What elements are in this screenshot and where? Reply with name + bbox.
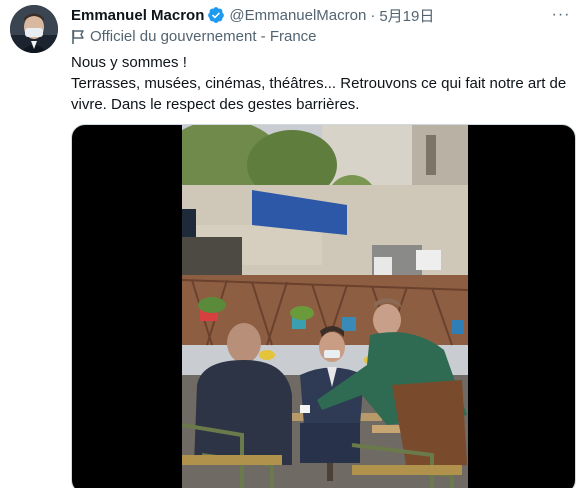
government-label-text: Officiel du gouvernement - France xyxy=(90,28,317,45)
flag-icon xyxy=(72,29,84,44)
government-label: Officiel du gouvernement - France xyxy=(71,28,317,45)
video-player[interactable] xyxy=(71,124,576,488)
more-icon: ··· xyxy=(551,6,571,23)
tweet-header: Emmanuel Macron @EmmanuelMacron · 5月19日 xyxy=(71,5,434,25)
author-name[interactable]: Emmanuel Macron xyxy=(71,7,204,24)
verified-badge-icon xyxy=(208,7,225,23)
avatar[interactable] xyxy=(10,5,58,53)
tweet-text: Nous y sommes ! Terrasses, musées, ciném… xyxy=(71,52,571,115)
author-handle[interactable]: @EmmanuelMacron xyxy=(229,7,366,24)
tweet-text-line-2: Terrasses, musées, cinémas, théâtres... … xyxy=(71,75,567,113)
tweet-text-line-1: Nous y sommes ! xyxy=(71,54,187,71)
separator-dot: · xyxy=(370,6,376,24)
more-options-button[interactable]: ··· xyxy=(546,2,576,28)
video-frame xyxy=(182,125,468,488)
tweet[interactable]: Emmanuel Macron @EmmanuelMacron · 5月19日 … xyxy=(0,0,583,488)
tweet-date[interactable]: 5月19日 xyxy=(379,5,434,26)
